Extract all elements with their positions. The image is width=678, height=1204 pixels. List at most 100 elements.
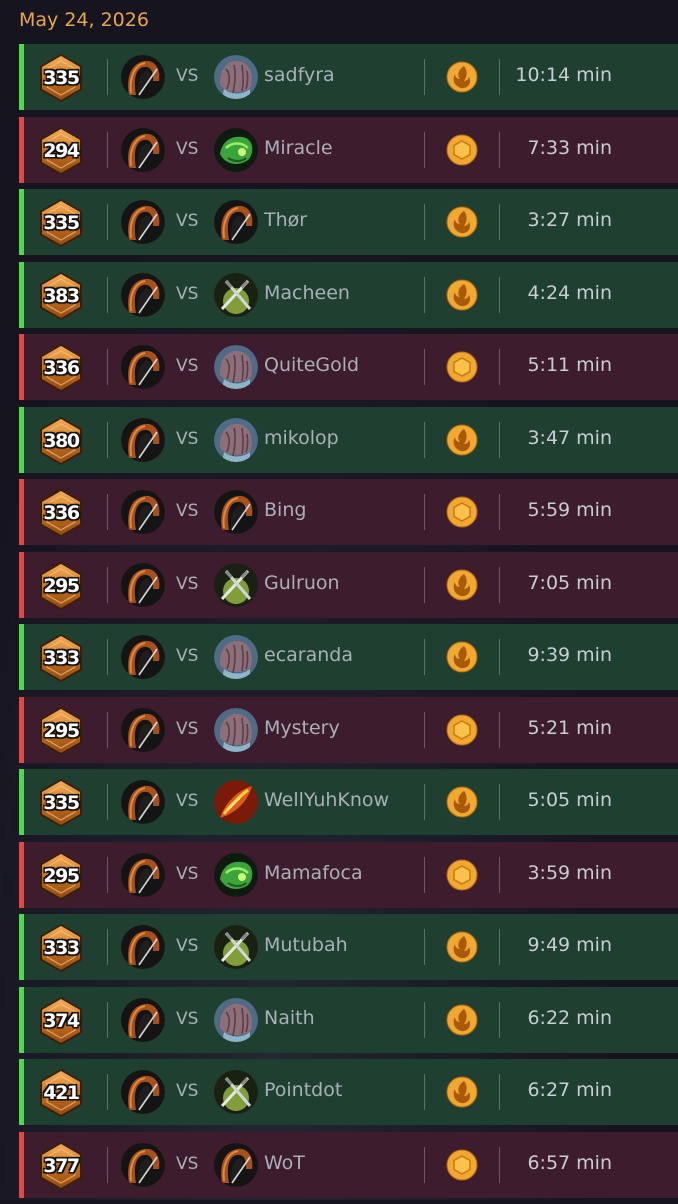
match-row[interactable]: 295 VS Gulruon 7:05 min — [19, 551, 678, 618]
hooded-hero-icon — [121, 55, 165, 99]
stone-gargoyle-icon — [214, 635, 258, 679]
opponent-name[interactable]: WoT — [264, 1152, 305, 1174]
hooded-hero-icon — [121, 1142, 165, 1187]
rating-badge: 335 — [38, 778, 84, 828]
divider — [107, 494, 108, 530]
match-row[interactable]: 335 VS sadfyra 10:14 min — [19, 44, 678, 110]
opponent-name[interactable]: Macheen — [264, 282, 350, 304]
rating-value: 335 — [43, 212, 80, 234]
hooded-hero-icon — [121, 997, 165, 1042]
match-duration: 9:49 min — [527, 934, 612, 956]
divider — [424, 1001, 425, 1038]
match-row[interactable]: 336 VS QuiteGold 5:11 min — [19, 334, 678, 400]
vs-label: VS — [176, 1081, 199, 1101]
vs-label: VS — [176, 211, 199, 231]
divider — [107, 711, 108, 748]
vs-label: VS — [176, 1153, 199, 1174]
divider — [424, 204, 425, 240]
opponent-name[interactable]: Mutubah — [264, 934, 348, 956]
divider — [499, 566, 500, 603]
flame-mode-icon — [446, 1004, 478, 1036]
hooded-hero-icon — [214, 1142, 258, 1187]
match-row[interactable]: 294 VS Miracle 7:33 min — [19, 116, 678, 183]
rating-badge: 421 — [38, 1068, 84, 1118]
flame-mode-icon — [446, 931, 478, 963]
opponent-name[interactable]: Gulruon — [264, 572, 340, 594]
divider — [107, 1074, 108, 1110]
match-row[interactable]: 335 VS Thør 3:27 min — [19, 189, 678, 255]
opponent-name[interactable]: Miracle — [264, 137, 333, 159]
rating-badge: 295 — [38, 851, 84, 901]
divider — [107, 1001, 108, 1038]
divider — [499, 639, 500, 675]
rating-value: 421 — [43, 1082, 80, 1104]
rating-badge: 374 — [38, 996, 84, 1046]
rating-value: 333 — [43, 647, 80, 669]
opponent-name[interactable]: Mystery — [264, 717, 340, 739]
divider — [107, 856, 108, 893]
rating-value: 336 — [43, 357, 80, 379]
match-row[interactable]: 383 VS Macheen 4:24 min — [19, 261, 678, 328]
match-row[interactable]: 333 VS Mutubah 9:49 min — [19, 914, 678, 980]
divider — [424, 421, 425, 458]
vs-label: VS — [176, 573, 199, 594]
match-row[interactable]: 336 VS Bing 5:59 min — [19, 479, 678, 545]
rating-value: 335 — [43, 792, 80, 814]
match-row[interactable]: 380 VS mikolop 3:47 min — [19, 406, 678, 473]
match-row[interactable]: 374 VS Naith 6:22 min — [19, 986, 678, 1053]
match-row[interactable]: 377 VS WoT 6:57 min — [19, 1131, 678, 1198]
divider — [424, 929, 425, 965]
hooded-hero-icon — [121, 562, 165, 607]
opponent-name[interactable]: Naith — [264, 1007, 315, 1029]
rating-badge: 383 — [38, 271, 84, 321]
divider — [499, 929, 500, 965]
divider — [424, 494, 425, 530]
flame-mode-icon — [446, 206, 478, 238]
rating-value: 295 — [43, 574, 80, 597]
divider — [499, 1001, 500, 1038]
coin-mode-icon — [446, 134, 478, 166]
opponent-name[interactable]: Thør — [264, 209, 307, 231]
divider — [499, 711, 500, 748]
opponent-name[interactable]: mikolop — [264, 427, 339, 449]
divider — [107, 421, 108, 458]
divider — [424, 639, 425, 675]
match-duration: 3:47 min — [527, 426, 612, 449]
hooded-hero-icon — [121, 490, 165, 534]
match-duration: 6:57 min — [527, 1151, 612, 1174]
opponent-name[interactable]: Bing — [264, 499, 306, 521]
divider — [107, 131, 108, 168]
vs-label: VS — [176, 936, 199, 956]
vs-label: VS — [176, 646, 199, 666]
rating-value: 377 — [43, 1154, 80, 1177]
coin-mode-icon — [446, 859, 478, 891]
match-duration: 3:27 min — [527, 209, 612, 231]
divider — [107, 1146, 108, 1183]
opponent-name[interactable]: ecaranda — [264, 644, 353, 666]
rating-value: 383 — [43, 284, 80, 307]
match-duration: 5:11 min — [527, 354, 612, 376]
opponent-name[interactable]: WellYuhKnow — [264, 789, 389, 811]
rating-badge: 336 — [38, 343, 84, 393]
rating-value: 295 — [43, 719, 80, 742]
match-row[interactable]: 335 VS WellYuhKnow 5:05 min — [19, 769, 678, 835]
opponent-name[interactable]: Mamafoca — [264, 862, 363, 884]
divider — [499, 131, 500, 168]
divider — [107, 929, 108, 965]
match-row[interactable]: 295 VS Mamafoca 3:59 min — [19, 841, 678, 908]
opponent-name[interactable]: QuiteGold — [264, 354, 359, 376]
coin-mode-icon — [446, 714, 478, 746]
opponent-name[interactable]: sadfyra — [264, 64, 335, 86]
opponent-name[interactable]: Pointdot — [264, 1079, 342, 1101]
match-row[interactable]: 421 VS Pointdot 6:27 min — [19, 1059, 678, 1125]
divider — [424, 1146, 425, 1183]
match-row[interactable]: 333 VS ecaranda 9:39 min — [19, 624, 678, 690]
rating-badge: 295 — [38, 561, 84, 611]
divider — [499, 494, 500, 530]
divider — [499, 421, 500, 458]
flame-mode-icon — [446, 786, 478, 818]
flame-mode-icon — [446, 279, 478, 311]
match-row[interactable]: 295 VS Mystery 5:21 min — [19, 696, 678, 763]
hooded-hero-icon — [121, 852, 165, 897]
divider — [424, 784, 425, 820]
